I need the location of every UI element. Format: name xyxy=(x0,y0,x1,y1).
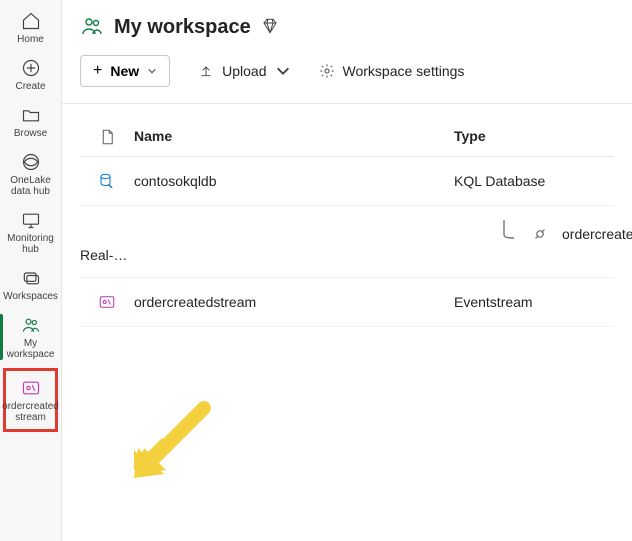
nav-home[interactable]: Home xyxy=(0,4,61,51)
nav-onelake[interactable]: OneLake data hub xyxy=(0,145,61,203)
annotation-arrow xyxy=(134,388,224,478)
nav-label: Monitoring hub xyxy=(2,233,59,255)
home-icon xyxy=(20,10,42,32)
connector-icon xyxy=(530,224,550,244)
new-button-label: New xyxy=(110,63,139,79)
upload-icon xyxy=(198,63,214,79)
nav-label: Home xyxy=(17,34,44,45)
eventstream-icon xyxy=(20,377,42,399)
item-table: Name Type contosokqldb KQL Database xyxy=(62,104,632,327)
upload-button[interactable]: Upload xyxy=(198,63,290,79)
upload-label: Upload xyxy=(222,63,266,79)
nav-label: ordercreatedstream xyxy=(2,401,60,423)
new-button[interactable]: + New xyxy=(80,55,170,87)
nav-my-workspace[interactable]: My workspace xyxy=(0,308,61,366)
nav-label: Browse xyxy=(14,128,47,139)
nav-label: Create xyxy=(15,81,45,92)
nav-label: Workspaces xyxy=(3,291,58,302)
kql-database-icon xyxy=(97,171,117,191)
diamond-icon[interactable] xyxy=(261,17,279,38)
sidebar: Home Create Browse OneLake data hub Moni… xyxy=(0,0,62,541)
row-type: Eventstream xyxy=(454,294,614,310)
workspace-header: My workspace xyxy=(62,0,632,49)
content: My workspace + New Upload xyxy=(62,0,632,541)
table-row[interactable]: ordercreatedstream_contosokqldb Real-Tim… xyxy=(80,206,614,278)
row-name: ordercreatedstream xyxy=(134,294,256,310)
workspace-settings-button[interactable]: Workspace settings xyxy=(319,63,465,79)
row-type: KQL Database xyxy=(454,173,614,189)
row-name: contosokqldb xyxy=(134,173,217,189)
page-title: My workspace xyxy=(114,16,251,39)
column-type[interactable]: Type xyxy=(454,128,614,146)
table-row[interactable]: contosokqldb KQL Database xyxy=(80,157,614,206)
column-icon xyxy=(80,128,134,146)
nav-label: My workspace xyxy=(2,338,59,360)
nav-workspaces[interactable]: Workspaces xyxy=(0,261,61,308)
chevron-down-icon xyxy=(147,66,157,76)
workspaces-icon xyxy=(20,267,42,289)
table-row[interactable]: ordercreatedstream Eventstream xyxy=(80,278,614,327)
table-header: Name Type xyxy=(80,118,614,157)
nav-monitoring[interactable]: Monitoring hub xyxy=(0,203,61,261)
plus-icon: + xyxy=(93,62,102,80)
column-name[interactable]: Name xyxy=(134,128,454,146)
chevron-down-icon xyxy=(275,63,291,79)
plus-circle-icon xyxy=(20,57,42,79)
nav-browse[interactable]: Browse xyxy=(0,98,61,145)
nav-create[interactable]: Create xyxy=(0,51,61,98)
nav-label: OneLake data hub xyxy=(2,175,59,197)
workspace-people-icon xyxy=(80,14,104,41)
eventstream-icon xyxy=(97,292,117,312)
settings-label: Workspace settings xyxy=(343,63,465,79)
folder-icon xyxy=(20,104,42,126)
gear-icon xyxy=(319,63,335,79)
workspace-people-icon xyxy=(20,314,42,336)
row-type: Real-Time Analytic... xyxy=(80,247,134,263)
onelake-icon xyxy=(20,151,42,173)
row-name: ordercreatedstream_contosokqldb xyxy=(562,226,632,242)
tree-elbow-icon xyxy=(500,220,518,247)
monitor-icon xyxy=(20,209,42,231)
nav-ordercreatedstream[interactable]: ordercreatedstream xyxy=(3,368,58,432)
toolbar: + New Upload Workspace settings xyxy=(62,49,632,104)
